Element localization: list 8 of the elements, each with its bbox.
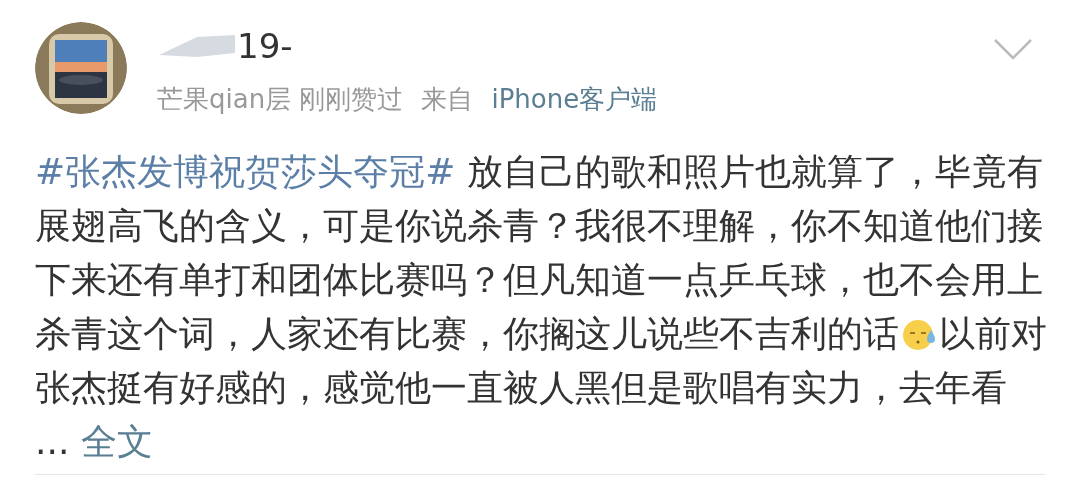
full-text-link[interactable]: 全文: [80, 421, 153, 462]
post-text: #张杰发博祝贺莎头夺冠# 放自己的歌和照片也就算了，毕竟有展翅高飞的含义，可是你说杀青？我很不理解，你不知道他们接下来还有单打和团体比赛吗？但凡知道一点乒乓球，也不会用上杀青这个词，人家还有比赛，你搁这儿说些不吉利的话 以前对张杰挺有好感的，感觉他一直被人黑但是歌唱有实力，去年看 ... 全文: [35, 150, 1048, 464]
hashtag-link[interactable]: #张杰发博祝贺莎头夺冠#: [35, 151, 456, 192]
source-link[interactable]: iPhone客户端: [491, 80, 658, 119]
meta-text: 芒果qian层 刚刚赞过: [157, 83, 404, 116]
username[interactable]: 19-: [237, 29, 293, 63]
meta-text: 来自: [421, 83, 474, 116]
chevron-down-icon[interactable]: [993, 38, 1033, 60]
